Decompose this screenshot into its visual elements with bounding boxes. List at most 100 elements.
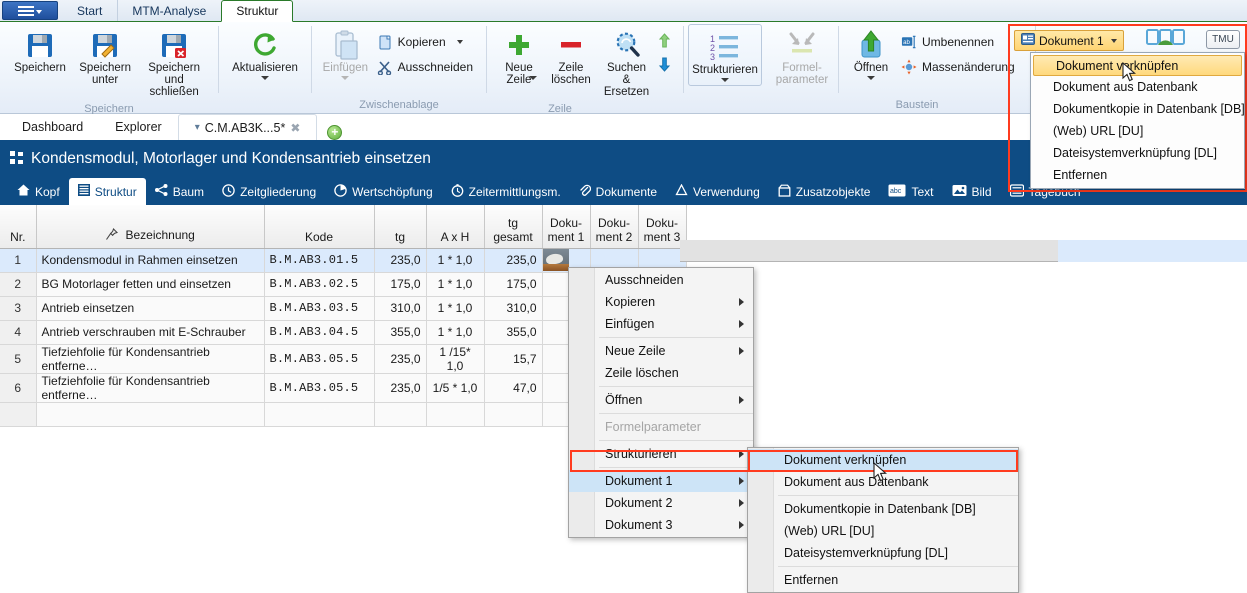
column-header-dokument-3[interactable]: Doku- ment 3: [638, 205, 687, 249]
context-item-einfuegen[interactable]: Einfügen: [569, 313, 753, 335]
dropdown-item-entfernen[interactable]: Entfernen: [1031, 164, 1244, 186]
cell-tg[interactable]: 235,0: [374, 344, 427, 374]
cell-axh[interactable]: 1 /15* 1,0: [426, 344, 485, 374]
cell-kode[interactable]: B.M.AB3.04.5: [264, 320, 375, 345]
chevron-down-icon[interactable]: [341, 76, 350, 80]
context-item-zeile-loeschen[interactable]: Zeile löschen: [569, 362, 753, 384]
formula-parameter-button[interactable]: Formel- parameter: [772, 25, 832, 89]
dropdown-item-dateisystemverknuepfung[interactable]: Dateisystemverknüpfung [DL]: [1031, 142, 1244, 164]
arrow-down-icon[interactable]: [658, 57, 671, 75]
cell-tg-gesamt[interactable]: 355,0: [484, 320, 543, 345]
ribbon-tab-start[interactable]: Start: [62, 0, 117, 21]
cell-tg-gesamt[interactable]: 47,0: [484, 373, 543, 403]
rename-button[interactable]: ab Umbenennen: [897, 31, 1022, 53]
column-header-bezeichnung[interactable]: Bezeichnung: [36, 205, 265, 249]
new-row-button[interactable]: Neue Zeile: [493, 25, 545, 95]
copy-button[interactable]: Kopieren: [373, 31, 480, 53]
cell-tg-gesamt[interactable]: 15,7: [484, 344, 543, 374]
submenu-item-dokument-verknuepfen[interactable]: Dokument verknüpfen: [748, 449, 1018, 471]
chevron-down-icon[interactable]: ▾: [195, 122, 200, 133]
search-replace-button[interactable]: Suchen & Ersetzen: [597, 25, 656, 101]
chevron-down-icon[interactable]: [456, 40, 463, 44]
dropdown-item-dokument-verknuepfen[interactable]: Dokument verknüpfen: [1033, 55, 1242, 76]
cell-bezeichnung[interactable]: Tiefziehfolie für Kondensantrieb entfern…: [36, 373, 265, 403]
dropdown-item-dokumentkopie-in-datenbank[interactable]: Dokumentkopie in Datenbank [DB]: [1031, 98, 1245, 120]
chevron-down-icon[interactable]: [529, 76, 537, 80]
cell-bezeichnung[interactable]: [36, 402, 265, 427]
context-item-ausschneiden[interactable]: Ausschneiden: [569, 269, 753, 291]
cell-axh[interactable]: 1 * 1,0: [426, 272, 485, 297]
cell-kode[interactable]: B.M.AB3.05.5: [264, 373, 375, 403]
close-icon[interactable]: ✖: [290, 121, 300, 135]
cell-tg[interactable]: 235,0: [374, 248, 427, 273]
context-item-dokument-3[interactable]: Dokument 3: [569, 514, 753, 536]
chevron-down-icon[interactable]: [721, 78, 729, 82]
cell-kode[interactable]: B.M.AB3.02.5: [264, 272, 375, 297]
cell-tg[interactable]: 355,0: [374, 320, 427, 345]
cell-bezeichnung[interactable]: Kondensmodul in Rahmen einsetzen: [36, 248, 265, 273]
cell-tg[interactable]: [374, 402, 427, 427]
cell-kode[interactable]: B.M.AB3.01.5: [264, 248, 375, 273]
cell-bezeichnung[interactable]: Tiefziehfolie für Kondensantrieb entfern…: [36, 344, 265, 374]
nav-tab-text[interactable]: abc Text: [879, 178, 942, 205]
column-header-nr[interactable]: Nr.: [0, 205, 37, 249]
nav-tab-baum[interactable]: Baum: [146, 178, 213, 205]
tab-current-document[interactable]: ▾ C.M.AB3K...5* ✖: [177, 114, 318, 140]
context-item-neue-zeile[interactable]: Neue Zeile: [569, 340, 753, 362]
paste-button[interactable]: Einfügen: [318, 25, 373, 83]
cell-bezeichnung[interactable]: BG Motorlager fetten und einsetzen: [36, 272, 265, 297]
cell-axh[interactable]: 1 * 1,0: [426, 248, 485, 273]
nav-tab-verwendung[interactable]: Verwendung: [666, 178, 769, 205]
document-1-dropdown-button[interactable]: Dokument 1: [1014, 30, 1124, 51]
cell-tg[interactable]: 310,0: [374, 296, 427, 321]
cell-kode[interactable]: [264, 402, 375, 427]
cell-tg[interactable]: 235,0: [374, 373, 427, 403]
cut-button[interactable]: Ausschneiden: [373, 56, 480, 78]
save-button[interactable]: Speichern: [6, 25, 74, 77]
context-item-oeffnen[interactable]: Öffnen: [569, 389, 753, 411]
ribbon-tab-mtm-analyse[interactable]: MTM-Analyse: [117, 0, 221, 21]
cell-tg-gesamt[interactable]: 175,0: [484, 272, 543, 297]
submenu-item-dateisystemverknuepfung[interactable]: Dateisystemverknüpfung [DL]: [748, 542, 1018, 564]
chevron-down-icon[interactable]: [261, 76, 269, 80]
column-header-axh[interactable]: A x H: [426, 205, 485, 249]
cell-tg-gesamt[interactable]: [484, 402, 543, 427]
column-header-dokument-1[interactable]: Doku- ment 1: [542, 205, 591, 249]
context-item-dokument-2[interactable]: Dokument 2: [569, 492, 753, 514]
submenu-item-dokumentkopie-in-datenbank[interactable]: Dokumentkopie in Datenbank [DB]: [748, 498, 1018, 520]
cell-bezeichnung[interactable]: Antrieb einsetzen: [36, 296, 265, 321]
structure-button[interactable]: 1 2 3 Strukturieren: [692, 25, 758, 85]
mass-change-button[interactable]: Massenänderung: [897, 56, 1022, 78]
save-as-button[interactable]: Speichern unter: [74, 25, 136, 89]
cell-tg-gesamt[interactable]: 235,0: [484, 248, 543, 273]
dropdown-item-web-url[interactable]: (Web) URL [DU]: [1031, 120, 1244, 142]
nav-tab-zeitermittlungsm[interactable]: Zeitermittlungsm.: [442, 178, 570, 205]
nav-tab-dokumente[interactable]: Dokumente: [570, 178, 666, 205]
photo-thumbnail[interactable]: [542, 249, 569, 271]
nav-tab-zusatzobjekte[interactable]: Zusatzobjekte: [769, 178, 880, 205]
open-button[interactable]: Öffnen: [845, 25, 897, 83]
dropdown-item-dokument-aus-datenbank[interactable]: Dokument aus Datenbank: [1031, 76, 1244, 98]
column-header-tg[interactable]: tg: [374, 205, 427, 249]
cell-bezeichnung[interactable]: Antrieb verschrauben mit E-Schrauber: [36, 320, 265, 345]
context-item-dokument-1[interactable]: Dokument 1: [569, 470, 753, 492]
refresh-button[interactable]: Aktualisieren: [225, 25, 305, 83]
add-tab-button[interactable]: +: [327, 125, 343, 140]
hamburger-menu-icon[interactable]: [2, 1, 58, 20]
cell-tg[interactable]: 175,0: [374, 272, 427, 297]
delete-row-button[interactable]: Zeile löschen: [545, 25, 597, 89]
cell-axh[interactable]: 1/5 * 1,0: [426, 373, 485, 403]
tab-explorer[interactable]: Explorer: [99, 114, 178, 140]
cell-kode[interactable]: B.M.AB3.05.5: [264, 344, 375, 374]
nav-tab-wertschoepfung[interactable]: Wertschöpfung: [325, 178, 442, 205]
column-header-tg-gesamt[interactable]: tg gesamt: [484, 205, 543, 249]
context-item-strukturieren[interactable]: Strukturieren: [569, 443, 753, 465]
nav-tab-struktur[interactable]: Struktur: [68, 178, 146, 205]
column-header-dokument-2[interactable]: Doku- ment 2: [590, 205, 639, 249]
submenu-item-web-url[interactable]: (Web) URL [DU]: [748, 520, 1018, 542]
nav-tab-bild[interactable]: Bild: [943, 178, 1001, 205]
open-book-icon[interactable]: [1146, 29, 1186, 49]
cell-tg-gesamt[interactable]: 310,0: [484, 296, 543, 321]
cell-axh[interactable]: 1 * 1,0: [426, 320, 485, 345]
cell-axh[interactable]: 1 * 1,0: [426, 296, 485, 321]
